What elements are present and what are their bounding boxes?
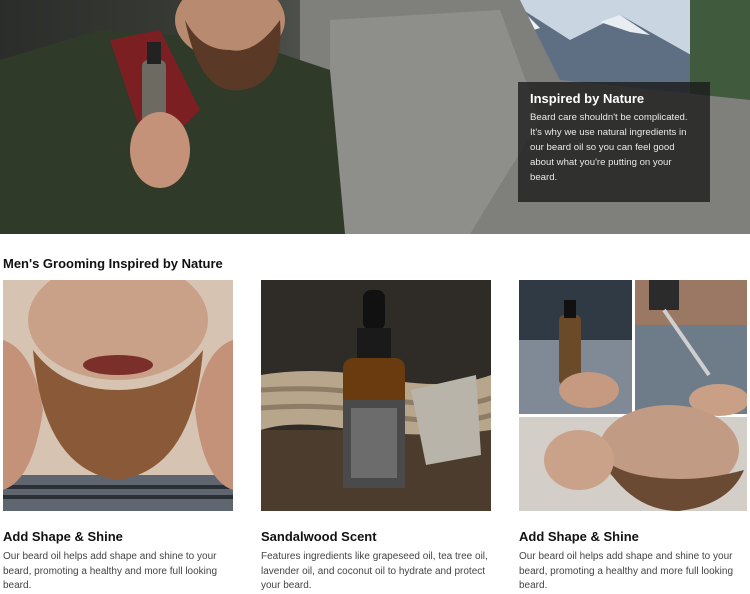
card-description: Our beard oil helps add shape and shine … [519,551,734,591]
card-title: Add Shape & Shine [519,529,639,544]
card-title: Add Shape & Shine [3,529,123,544]
card-image-oil-bottle [261,280,491,511]
hero-body: Beard care shouldn't be complicated. It'… [530,112,688,183]
section-title: Men's Grooming Inspired by Nature [3,256,223,271]
hero-banner: Inspired by Nature Beard care shouldn't … [0,0,750,234]
card-title: Sandalwood Scent [261,529,377,544]
card-description: Features ingredients like grapeseed oil,… [261,551,488,591]
card-image-beard-closeup [3,280,233,511]
card-image-collage [519,280,747,511]
card-description: Our beard oil helps add shape and shine … [3,551,218,591]
hero-info-card: Inspired by Nature Beard care shouldn't … [518,82,710,202]
hero-heading: Inspired by Nature [530,91,645,106]
